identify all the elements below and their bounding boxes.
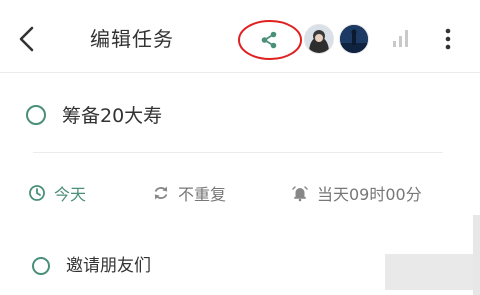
member-avatar-1[interactable] <box>304 24 334 54</box>
task-meta-row: 今天 不重复 当天09时00分 <box>0 178 480 208</box>
repeat-label: 不重复 <box>178 185 227 204</box>
signal-bars-icon <box>393 30 408 47</box>
more-vertical-icon[interactable] <box>440 26 456 52</box>
header-bar: 编辑任务 <box>0 0 480 73</box>
repeat-button[interactable]: 不重复 <box>152 178 226 208</box>
alarm-bell-icon <box>292 186 308 202</box>
divider <box>33 152 443 153</box>
task-title[interactable]: 筹备20大寿 <box>62 104 162 128</box>
chevron-left-icon[interactable] <box>14 24 42 54</box>
due-date-button[interactable]: 今天 <box>28 178 86 208</box>
subtask-complete-checkbox[interactable] <box>32 257 50 275</box>
share-button[interactable] <box>237 18 303 62</box>
member-avatar-2[interactable] <box>339 24 369 54</box>
subtask-title[interactable]: 邀请朋友们 <box>66 254 151 278</box>
avatar-image <box>340 25 368 53</box>
page-title: 编辑任务 <box>90 27 174 51</box>
reminder-label: 当天09时00分 <box>317 185 422 204</box>
clock-icon <box>29 185 45 201</box>
task-complete-checkbox[interactable] <box>26 105 46 125</box>
watermark-overlay <box>385 254 473 290</box>
avatar-image <box>305 25 333 53</box>
scrollbar[interactable] <box>473 215 480 295</box>
due-date-label: 今天 <box>54 185 87 204</box>
repeat-icon <box>154 186 168 200</box>
share-icon <box>261 31 277 49</box>
reminder-button[interactable]: 当天09时00分 <box>291 178 422 208</box>
task-row: 筹备20大寿 <box>0 92 480 140</box>
